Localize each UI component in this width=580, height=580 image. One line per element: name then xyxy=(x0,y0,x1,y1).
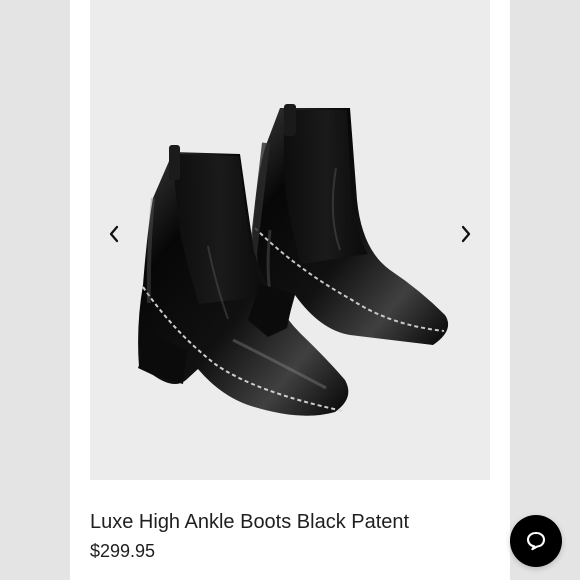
product-price: $299.95 xyxy=(90,541,156,561)
chevron-right-icon xyxy=(461,225,471,243)
product-card: Luxe High Ankle Boots Black Patent $299.… xyxy=(70,0,562,580)
product-gallery xyxy=(90,0,490,480)
chevron-left-icon xyxy=(109,225,119,243)
right-background-panel xyxy=(510,0,580,580)
chat-bubble-icon xyxy=(526,531,546,551)
chat-button[interactable] xyxy=(510,515,562,567)
product-title: Luxe High Ankle Boots Black Patent xyxy=(90,511,410,533)
left-background-panel xyxy=(0,0,70,580)
previous-image-button[interactable] xyxy=(102,220,126,248)
next-image-button[interactable] xyxy=(454,220,478,248)
screen: Luxe High Ankle Boots Black Patent $299.… xyxy=(0,0,580,580)
product-image xyxy=(138,104,449,416)
